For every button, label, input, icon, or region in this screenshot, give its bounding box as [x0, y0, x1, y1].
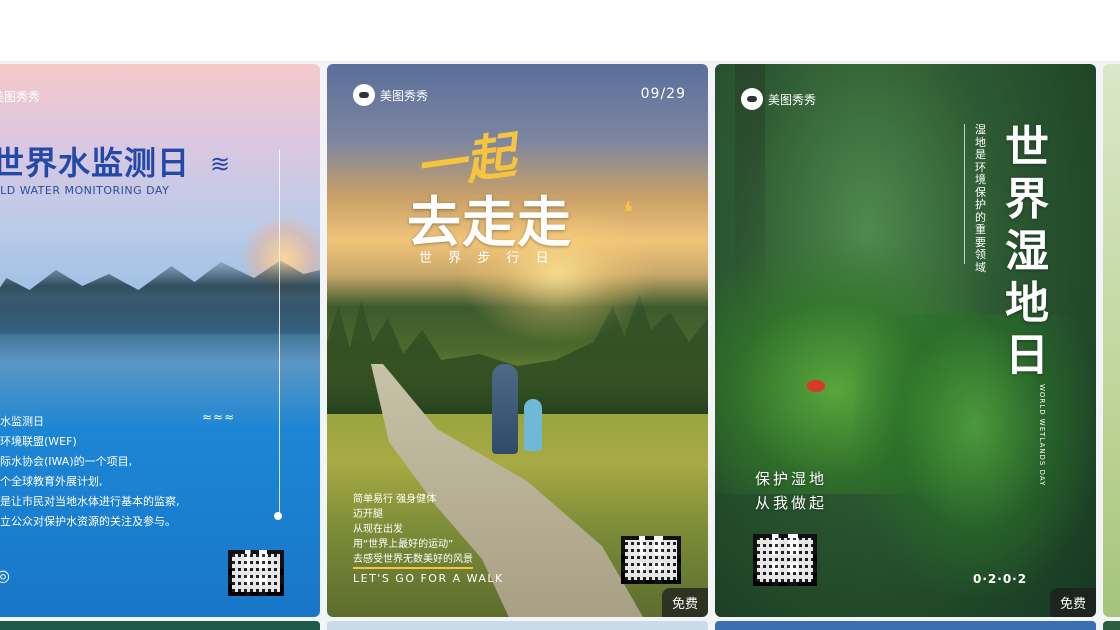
template-card-world-water-monitoring-day[interactable]: 美图秀秀 世界水监测日 ≋ RLD WATER MONITORING DAY ≈… — [0, 64, 320, 617]
brand-logo-text: 美图秀秀 — [380, 88, 429, 103]
top-bar — [0, 0, 1120, 62]
next-row-card[interactable] — [715, 621, 1096, 630]
card-body: 简单易行 强身健体 迈开腿 从现在出发 用“世界上最好的运动” 去感受世界无数美… — [353, 492, 473, 569]
qr-code — [228, 550, 284, 596]
walking-adult — [492, 364, 518, 454]
qr-code — [621, 536, 681, 584]
brand-logo-text: 美图秀秀 — [768, 92, 817, 107]
card-subtitle: 世 界 步 行 日 — [419, 251, 555, 266]
body-line: 水监测日 — [0, 415, 44, 428]
brand-logo-icon — [741, 88, 763, 110]
vertical-caption: 湿地是环境保护的重要领域 — [975, 123, 986, 274]
next-row-card[interactable] — [1103, 621, 1120, 630]
ripple-icon: ◎ — [0, 566, 10, 585]
brand-logo: 美图秀秀 — [353, 84, 428, 106]
brand-logo: 美图秀秀 — [0, 88, 40, 105]
brand-logo-icon — [353, 84, 375, 106]
card-date: 09/29 — [640, 86, 686, 102]
template-card-world-walking-day[interactable]: 美图秀秀 09/29 一起 去走走 ❛ 世 界 步 行 日 简单易行 强身健体 … — [327, 64, 708, 617]
fern-foliage — [855, 314, 1095, 594]
free-badge: 免费 — [1049, 588, 1096, 617]
card-subtitle: RLD WATER MONITORING DAY — [0, 184, 170, 197]
template-card-partial[interactable] — [1103, 64, 1120, 617]
body-line: 迈开腿 — [353, 509, 383, 520]
body-line: 立公众对保护水资源的关注及参与。 — [0, 515, 176, 528]
brand-logo-text: 美图秀秀 — [0, 90, 41, 104]
date-dots: 0·2·0·2 — [973, 572, 1028, 586]
card-title: 世界水监测日 — [0, 144, 191, 182]
wave-mark-icon: ≈≈≈ — [202, 410, 236, 424]
card-title: 世界湿地日 — [1005, 122, 1049, 381]
body-line: 环境联盟(WEF) — [0, 435, 77, 448]
body-line: 简单易行 强身健体 — [353, 494, 437, 505]
card-body: 水监测日 环境联盟(WEF) 际水协会(IWA)的一个项目, 个全球教育外展计划… — [0, 412, 180, 532]
body-line: 际水协会(IWA)的一个项目, — [0, 455, 133, 468]
card-subtitle: WORLD WETLANDS DAY — [1038, 384, 1046, 487]
next-row-card[interactable] — [0, 621, 320, 630]
forest-hills — [0, 260, 320, 334]
qr-code — [753, 534, 817, 586]
wave-icon: ≋ — [210, 150, 231, 178]
body-line: 去感受世界无数美好的风景 — [353, 552, 473, 569]
footprint-icon: ❛ — [623, 196, 634, 231]
card-title-line2: 去走走 — [407, 191, 572, 254]
slogan-line2: 从我做起 — [755, 494, 828, 512]
card-tagline: LET'S GO FOR A WALK — [353, 572, 504, 585]
caption-divider — [964, 124, 965, 264]
vertical-divider — [279, 149, 280, 519]
free-badge: 免费 — [661, 588, 708, 617]
brand-logo: 美图秀秀 — [741, 88, 816, 110]
body-line: 是让市民对当地水体进行基本的监察, — [0, 495, 180, 508]
next-row-card[interactable] — [327, 621, 708, 630]
body-line: 用“世界上最好的运动” — [353, 539, 454, 550]
body-line: 个全球教育外展计划, — [0, 475, 103, 488]
template-card-world-wetlands-day[interactable]: 美图秀秀 湿地是环境保护的重要领域 世界湿地日 WORLD WETLANDS D… — [715, 64, 1096, 617]
slogan-line1: 保护湿地 — [755, 470, 828, 488]
walking-child — [524, 399, 542, 451]
divider-dot — [274, 512, 282, 520]
ladybug — [807, 380, 825, 392]
body-line: 从现在出发 — [353, 524, 403, 535]
